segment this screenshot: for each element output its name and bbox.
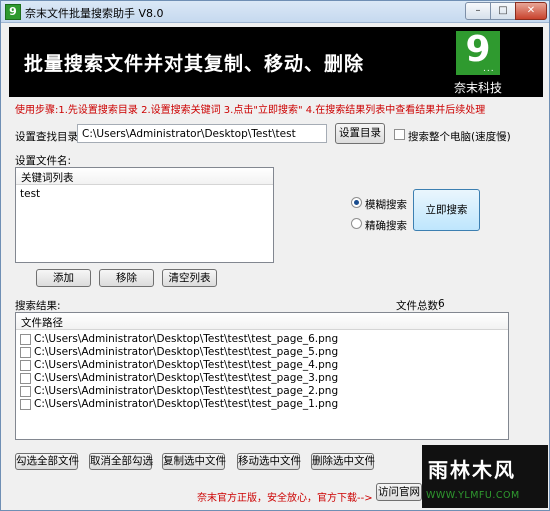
whole-pc-checkbox[interactable] bbox=[394, 129, 405, 140]
maximize-button[interactable]: □ bbox=[490, 2, 516, 20]
official-notice: 奈末官方正版，安全放心，官方下载--> bbox=[197, 493, 373, 504]
file-path: C:\Users\Administrator\Desktop\Test\test… bbox=[34, 385, 339, 397]
header-banner: 批量搜索文件并对其复制、移动、删除 9 ... 奈末科技 bbox=[9, 27, 543, 97]
row-checkbox[interactable] bbox=[20, 334, 31, 345]
results-label: 搜索结果: bbox=[15, 300, 61, 312]
fuzzy-search-label: 模糊搜索 bbox=[365, 199, 407, 211]
file-path: C:\Users\Administrator\Desktop\Test\test… bbox=[34, 346, 339, 358]
search-dir-label: 设置查找目录: bbox=[15, 131, 82, 143]
remove-keyword-button[interactable]: 移除 bbox=[99, 269, 154, 287]
fuzzy-search-radio[interactable] bbox=[351, 197, 362, 208]
close-button[interactable]: ✕ bbox=[515, 2, 547, 20]
row-checkbox[interactable] bbox=[20, 373, 31, 384]
keyword-column-header[interactable]: 关键词列表 bbox=[16, 168, 273, 185]
app-icon: 9 bbox=[5, 4, 21, 20]
row-checkbox[interactable] bbox=[20, 347, 31, 358]
filename-label: 设置文件名: bbox=[15, 155, 72, 167]
logo-dots: ... bbox=[483, 64, 495, 74]
search-now-button[interactable]: 立即搜索 bbox=[413, 189, 480, 231]
row-checkbox[interactable] bbox=[20, 399, 31, 410]
brand-logo-icon: 9 ... bbox=[456, 29, 500, 75]
watermark-overlay: 雨林木风 WWW.YLMFU.COM bbox=[422, 445, 548, 508]
results-list[interactable]: 文件路径 C:\Users\Administrator\Desktop\Test… bbox=[15, 312, 509, 440]
banner-title: 批量搜索文件并对其复制、移动、删除 bbox=[24, 53, 365, 75]
keyword-item[interactable]: test bbox=[20, 188, 40, 201]
set-dir-button[interactable]: 设置目录 bbox=[335, 123, 385, 144]
add-keyword-button[interactable]: 添加 bbox=[36, 269, 91, 287]
check-all-button[interactable]: 勾选全部文件 bbox=[15, 453, 79, 470]
clear-keywords-button[interactable]: 清空列表 bbox=[162, 269, 217, 287]
row-checkbox[interactable] bbox=[20, 360, 31, 371]
usage-hint: 使用步骤:1.先设置搜索目录 2.设置搜索关键词 3.点击"立即搜索" 4.在搜… bbox=[15, 105, 486, 116]
uncheck-all-button[interactable]: 取消全部勾选 bbox=[89, 453, 153, 470]
watermark-title: 雨林木风 bbox=[428, 458, 516, 482]
file-path: C:\Users\Administrator\Desktop\Test\test… bbox=[34, 359, 339, 371]
title-bar[interactable]: 9 奈末文件批量搜索助手 V8.0 – □ ✕ bbox=[1, 1, 549, 23]
file-total-value: 6 bbox=[438, 298, 445, 310]
move-selected-button[interactable]: 移动选中文件 bbox=[237, 453, 301, 470]
keyword-list[interactable]: 关键词列表 test bbox=[15, 167, 274, 263]
exact-search-radio[interactable] bbox=[351, 218, 362, 229]
whole-pc-label: 搜索整个电脑(速度慢) bbox=[408, 131, 511, 143]
visit-website-button[interactable]: 访问官网 bbox=[376, 483, 422, 501]
file-total-label: 文件总数: bbox=[396, 300, 442, 312]
path-column-header[interactable]: 文件路径 bbox=[16, 313, 508, 330]
file-path: C:\Users\Administrator\Desktop\Test\test… bbox=[34, 333, 339, 345]
company-name: 奈末科技 bbox=[454, 81, 503, 95]
watermark-url: WWW.YLMFU.COM bbox=[426, 490, 520, 501]
delete-selected-button[interactable]: 删除选中文件 bbox=[311, 453, 375, 470]
file-path: C:\Users\Administrator\Desktop\Test\test… bbox=[34, 398, 339, 410]
minimize-button[interactable]: – bbox=[465, 2, 491, 20]
copy-selected-button[interactable]: 复制选中文件 bbox=[162, 453, 226, 470]
exact-search-label: 精确搜索 bbox=[365, 220, 407, 232]
search-dir-input[interactable]: C:\Users\Administrator\Desktop\Test\test bbox=[77, 124, 327, 143]
window-title: 奈末文件批量搜索助手 V8.0 bbox=[25, 7, 164, 20]
app-window: 9 奈末文件批量搜索助手 V8.0 – □ ✕ 批量搜索文件并对其复制、移动、删… bbox=[0, 0, 550, 511]
row-checkbox[interactable] bbox=[20, 386, 31, 397]
file-path: C:\Users\Administrator\Desktop\Test\test… bbox=[34, 372, 339, 384]
